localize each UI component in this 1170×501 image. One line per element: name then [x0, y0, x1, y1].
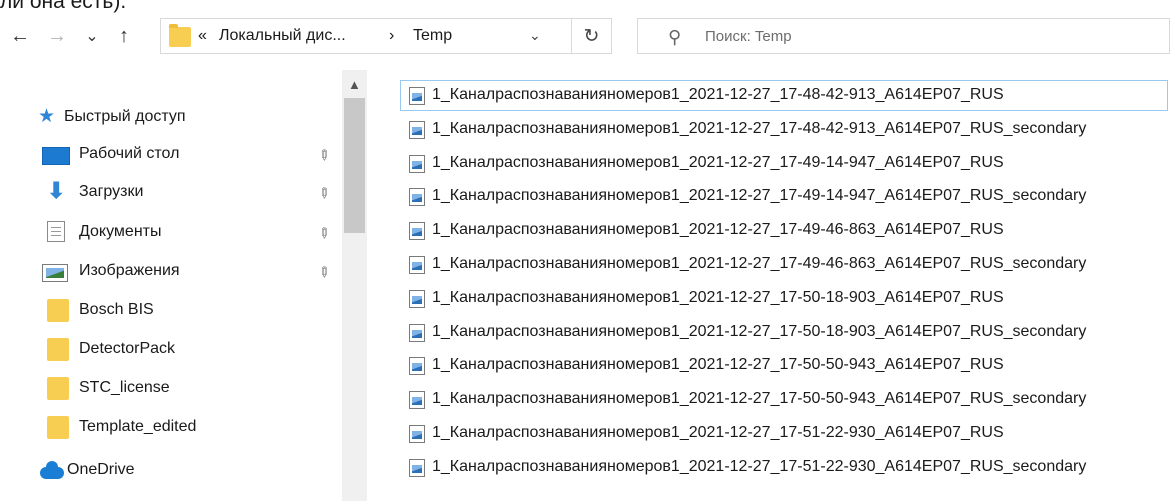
- image-file-icon: [409, 323, 425, 342]
- up-button[interactable]: ↑: [112, 22, 136, 50]
- file-name: 1_Каналраспознаванияномеров1_2021-12-27_…: [432, 187, 1087, 205]
- folder-icon: [47, 377, 69, 400]
- file-name: 1_Каналраспознаванияномеров1_2021-12-27_…: [432, 423, 1004, 441]
- file-row[interactable]: 1_Каналраспознаванияномеров1_2021-12-27_…: [400, 418, 1170, 452]
- search-icon: ⚲: [668, 27, 682, 47]
- page-caption: ли она есть).: [0, 0, 127, 13]
- breadcrumb-local-disk[interactable]: Локальный дис...: [219, 27, 346, 45]
- file-name: 1_Каналраспознаванияномеров1_2021-12-27_…: [432, 288, 1004, 306]
- file-row[interactable]: 1_Каналраспознаванияномеров1_2021-12-27_…: [400, 452, 1170, 486]
- address-dropdown-icon[interactable]: ⌄: [529, 27, 541, 44]
- back-button[interactable]: ←: [8, 22, 32, 50]
- breadcrumb-overflow[interactable]: «: [198, 27, 207, 45]
- recent-locations-button[interactable]: ⌄: [80, 22, 104, 50]
- navigation-pane: ★ Быстрый доступ Рабочий стол ✎ ⬇ Загруз…: [0, 70, 370, 501]
- file-list: 1_Каналраспознаванияномеров1_2021-12-27_…: [400, 80, 1170, 486]
- file-row[interactable]: 1_Каналраспознаванияномеров1_2021-12-27_…: [400, 384, 1170, 418]
- file-row[interactable]: 1_Каналраспознаванияномеров1_2021-12-27_…: [400, 181, 1170, 215]
- file-name: 1_Каналраспознаванияномеров1_2021-12-27_…: [432, 254, 1087, 272]
- sidebar-item-label: Документы: [79, 223, 162, 240]
- image-file-icon: [409, 87, 425, 105]
- file-name: 1_Каналраспознаванияномеров1_2021-12-27_…: [432, 457, 1087, 475]
- image-file-icon: [409, 289, 425, 308]
- forward-button[interactable]: →: [45, 22, 69, 50]
- sidebar-item-label: Загрузки: [79, 183, 144, 200]
- image-file-icon: [409, 188, 425, 207]
- search-box[interactable]: ⚲ Поиск: Temp: [637, 18, 1170, 54]
- file-name: 1_Каналраспознаванияномеров1_2021-12-27_…: [432, 390, 1087, 408]
- file-name: 1_Каналраспознаванияномеров1_2021-12-27_…: [432, 356, 1004, 374]
- sidebar-item-label: Bosch BIS: [79, 301, 154, 318]
- file-row[interactable]: 1_Каналраспознаванияномеров1_2021-12-27_…: [400, 148, 1170, 182]
- sidebar-item-quick-access[interactable]: ★ Быстрый доступ: [0, 102, 340, 132]
- sidebar-item-detectorpack[interactable]: DetectorPack: [0, 334, 340, 364]
- sidebar-item-label: Быстрый доступ: [64, 108, 186, 125]
- scroll-up-icon[interactable]: ▲: [348, 77, 361, 92]
- file-row[interactable]: 1_Каналраспознаванияномеров1_2021-12-27_…: [400, 215, 1170, 249]
- search-placeholder: Поиск: Temp: [705, 28, 792, 45]
- sidebar-item-downloads[interactable]: ⬇ Загрузки ✎: [0, 177, 340, 207]
- pin-icon: ✎: [314, 262, 335, 282]
- sidebar-item-label: Изображения: [79, 262, 180, 279]
- file-name: 1_Каналраспознаванияномеров1_2021-12-27_…: [432, 86, 1004, 103]
- file-row[interactable]: 1_Каналраспознаванияномеров1_2021-12-27_…: [400, 317, 1170, 351]
- address-bar-row: ← → ⌄ ↑ « Локальный дис... › Temp ⌄ ↻ ⚲ …: [0, 18, 1170, 56]
- desktop-icon: [42, 147, 70, 165]
- document-icon: [47, 221, 65, 242]
- cloud-icon: [40, 461, 64, 479]
- image-file-icon: [409, 120, 425, 139]
- sidebar-item-template-edited[interactable]: Template_edited: [0, 412, 340, 442]
- file-name: 1_Каналраспознаванияномеров1_2021-12-27_…: [432, 119, 1087, 137]
- file-row[interactable]: 1_Каналраспознаванияномеров1_2021-12-27_…: [400, 114, 1170, 148]
- folder-icon: [47, 338, 69, 361]
- pin-icon: ✎: [314, 223, 335, 243]
- file-row[interactable]: 1_Каналраспознаванияномеров1_2021-12-27_…: [400, 249, 1170, 283]
- pictures-icon: [42, 264, 68, 282]
- sidebar-item-label: Template_edited: [79, 418, 197, 435]
- image-file-icon: [409, 154, 425, 173]
- sidebar-item-label: DetectorPack: [79, 340, 176, 357]
- image-file-icon: [409, 391, 425, 410]
- sidebar-item-bosch-bis[interactable]: Bosch BIS: [0, 295, 340, 325]
- star-icon: ★: [38, 106, 56, 127]
- image-file-icon: [409, 357, 425, 376]
- image-file-icon: [409, 458, 425, 477]
- image-file-icon: [409, 424, 425, 443]
- file-row[interactable]: 1_Каналраспознаванияномеров1_2021-12-27_…: [400, 80, 1170, 114]
- pin-icon: ✎: [314, 145, 335, 165]
- scrollbar-thumb[interactable]: [344, 98, 365, 233]
- download-arrow-icon: ⬇: [47, 178, 66, 203]
- folder-icon: [47, 299, 69, 322]
- file-row[interactable]: 1_Каналраспознаванияномеров1_2021-12-27_…: [400, 283, 1170, 317]
- file-name: 1_Каналраспознаванияномеров1_2021-12-27_…: [432, 322, 1087, 340]
- address-bar[interactable]: « Локальный дис... › Temp ⌄: [160, 18, 572, 54]
- image-file-icon: [409, 255, 425, 274]
- file-name: 1_Каналраспознаванияномеров1_2021-12-27_…: [432, 221, 1004, 239]
- sidebar-item-onedrive[interactable]: OneDrive: [0, 455, 340, 485]
- sidebar-item-label: STC_license: [79, 379, 170, 396]
- pin-icon: ✎: [314, 183, 335, 203]
- folder-icon: [169, 24, 191, 47]
- sidebar-item-pictures[interactable]: Изображения ✎: [0, 256, 340, 286]
- sidebar-item-label: OneDrive: [67, 461, 135, 478]
- refresh-button[interactable]: ↻: [572, 18, 612, 54]
- sidebar-item-label: Рабочий стол: [79, 145, 180, 162]
- folder-icon: [47, 416, 69, 439]
- image-file-icon: [409, 222, 425, 241]
- file-name: 1_Каналраспознаванияномеров1_2021-12-27_…: [432, 153, 1004, 171]
- file-row[interactable]: 1_Каналраспознаванияномеров1_2021-12-27_…: [400, 350, 1170, 384]
- sidebar-item-stc-license[interactable]: STC_license: [0, 373, 340, 403]
- sidebar-item-desktop[interactable]: Рабочий стол ✎: [0, 139, 340, 169]
- sidebar-item-documents[interactable]: Документы ✎: [0, 217, 340, 247]
- breadcrumb-separator[interactable]: ›: [389, 27, 394, 45]
- breadcrumb-temp[interactable]: Temp: [413, 27, 452, 45]
